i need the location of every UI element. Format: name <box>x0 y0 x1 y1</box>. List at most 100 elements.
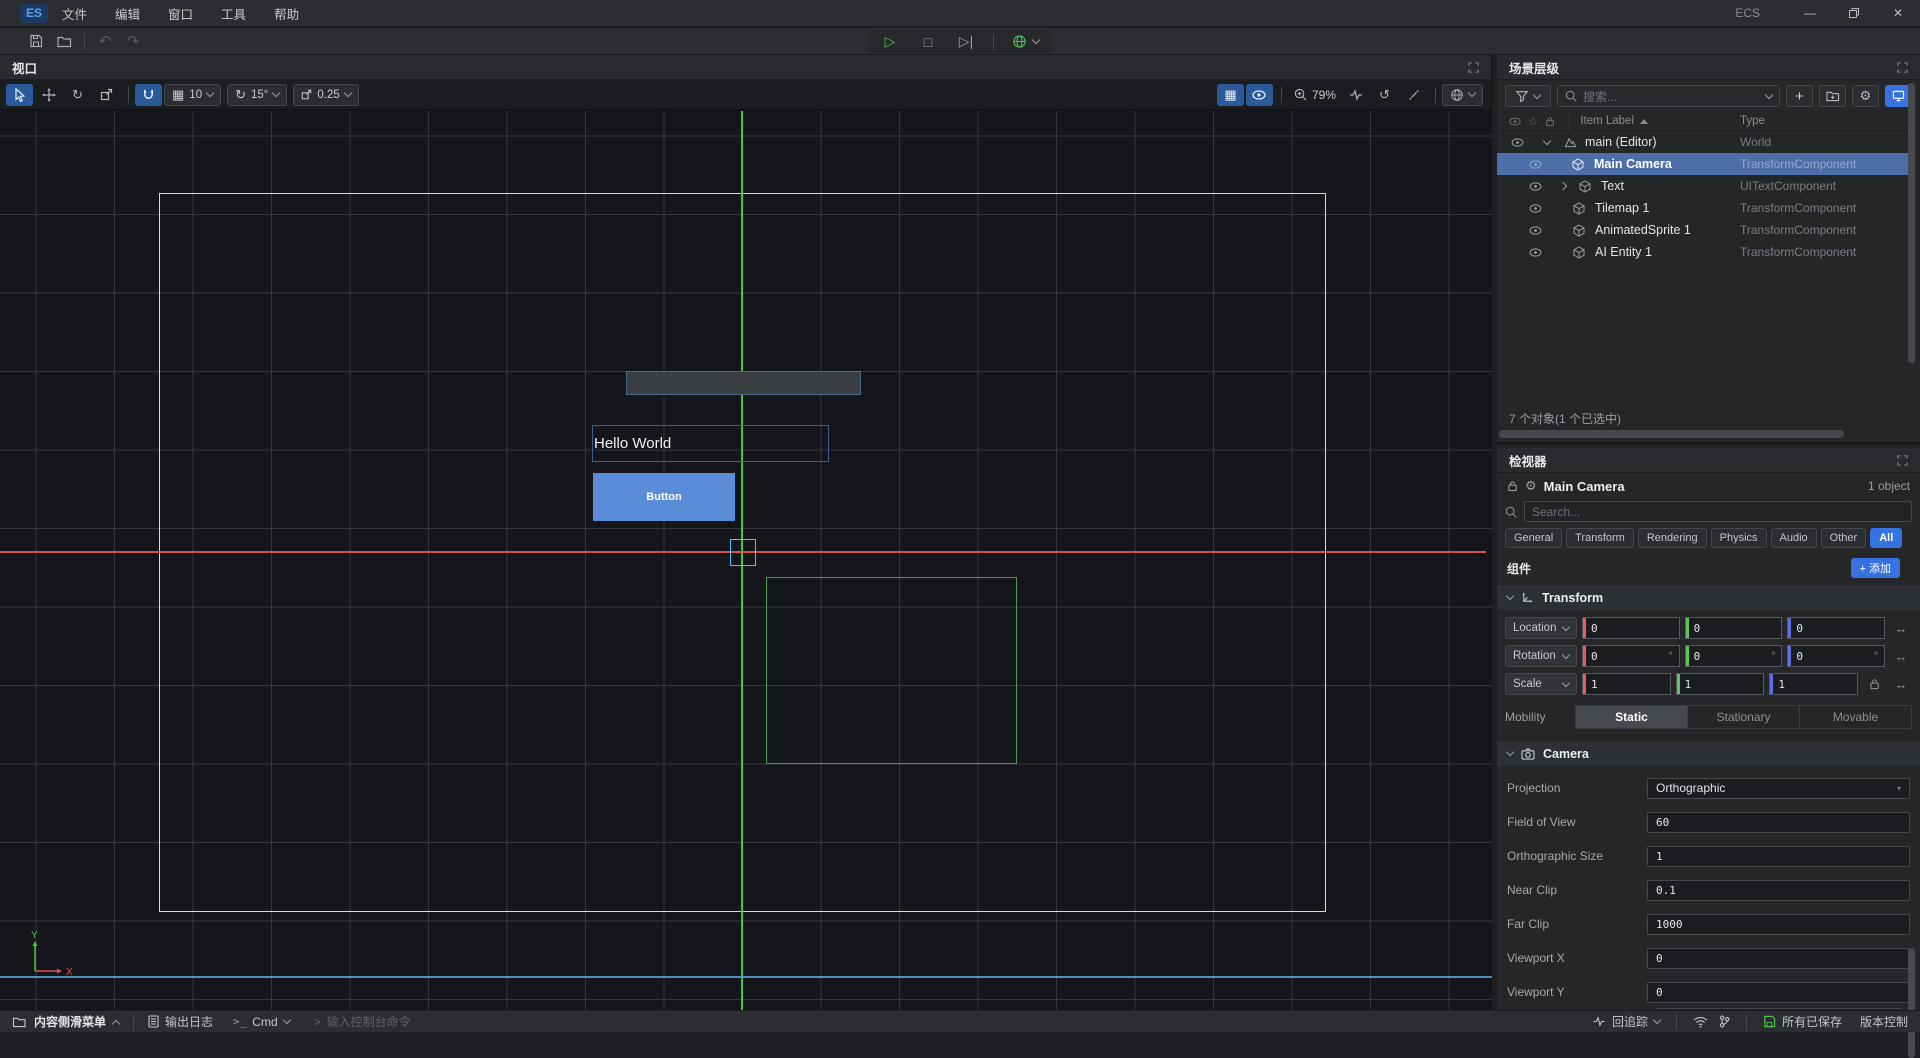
tab-transform[interactable]: Transform <box>1566 528 1634 548</box>
inspector-search-input[interactable]: Search... <box>1524 501 1912 522</box>
menu-help[interactable]: 帮助 <box>260 0 313 26</box>
version-control-button[interactable]: 版本控制 <box>1860 1013 1908 1030</box>
undo-icon[interactable]: ↶ <box>91 30 119 52</box>
button-entity[interactable]: Button <box>593 473 735 521</box>
expand-panel-icon[interactable] <box>1897 62 1908 73</box>
rotate-snap-dropdown[interactable]: ↻ 15° <box>227 84 287 106</box>
text-entity[interactable]: Hello World <box>592 425 829 462</box>
location-z-field[interactable]: 0 <box>1787 617 1885 639</box>
column-item-label[interactable]: Item Label <box>1580 115 1648 127</box>
menu-tools[interactable]: 工具 <box>207 0 260 26</box>
projection-dropdown[interactable]: Orthographic ▾ <box>1647 778 1910 799</box>
grid-snap-dropdown[interactable]: ▦ 10 <box>164 84 221 106</box>
location-x-field[interactable]: 0 <box>1582 617 1680 639</box>
camera-section-header[interactable]: Camera <box>1497 740 1920 766</box>
tab-physics[interactable]: Physics <box>1711 528 1767 548</box>
panel-entity-rect[interactable] <box>626 371 861 395</box>
source-control-icon[interactable] <box>1718 1015 1730 1028</box>
column-type[interactable]: Type <box>1740 115 1765 127</box>
link-axes-icon[interactable]: ↔ <box>1890 649 1912 664</box>
tree-row-main[interactable]: main (Editor) World <box>1497 131 1908 153</box>
run-target-dropdown[interactable] <box>1004 34 1047 49</box>
lock-column-icon[interactable] <box>1545 116 1555 127</box>
gear-icon[interactable]: ⚙ <box>1525 478 1537 494</box>
tab-other[interactable]: Other <box>1821 528 1867 548</box>
rotation-y-field[interactable]: 0° <box>1685 645 1783 667</box>
link-axes-icon[interactable]: ↔ <box>1890 621 1912 636</box>
app-logo[interactable]: ES <box>20 4 48 23</box>
lock-icon[interactable] <box>1507 480 1518 492</box>
tab-all[interactable]: All <box>1870 528 1902 548</box>
hierarchy-settings-button[interactable]: ⚙ <box>1852 85 1879 107</box>
rotation-dropdown[interactable]: Rotation <box>1505 645 1577 667</box>
scale-snap-dropdown[interactable]: 0.25 <box>293 84 358 106</box>
menu-edit[interactable]: 编辑 <box>101 0 154 26</box>
grid-visibility-toggle[interactable]: ▦ <box>1217 84 1244 106</box>
play-button[interactable]: ▷ <box>873 33 907 50</box>
network-status-icon[interactable] <box>1693 1016 1708 1028</box>
menu-window[interactable]: 窗口 <box>154 0 207 26</box>
reset-view-button[interactable]: ↺ <box>1371 84 1398 106</box>
add-component-button[interactable]: + 添加 <box>1851 558 1900 578</box>
stop-button[interactable]: □ <box>911 34 945 50</box>
scale-tool-button[interactable] <box>93 84 120 106</box>
near-clip-input[interactable]: 0.1 <box>1647 880 1910 901</box>
tree-row-tilemap[interactable]: Tilemap 1 TransformComponent <box>1497 197 1908 219</box>
horizontal-scrollbar[interactable] <box>1499 430 1844 438</box>
scale-x-field[interactable]: 1 <box>1582 673 1671 695</box>
tree-row-ai-entity[interactable]: AI Entity 1 TransformComponent <box>1497 241 1908 263</box>
far-clip-input[interactable]: 1000 <box>1647 914 1910 935</box>
vertical-scrollbar[interactable] <box>1908 948 1915 1058</box>
scale-z-field[interactable]: 1 <box>1769 673 1858 695</box>
cmd-dropdown[interactable]: >_ Cmd <box>233 1015 290 1029</box>
trace-dropdown[interactable]: 回追踪 <box>1592 1013 1660 1030</box>
tree-row-animatedsprite[interactable]: AnimatedSprite 1 TransformComponent <box>1497 219 1908 241</box>
hierarchy-search-input[interactable]: 搜索... <box>1557 85 1780 107</box>
viewport-y-input[interactable]: 0 <box>1647 982 1910 1003</box>
scale-dropdown[interactable]: Scale <box>1505 673 1577 695</box>
output-log-button[interactable]: 输出日志 <box>148 1013 213 1030</box>
redo-icon[interactable]: ↷ <box>119 30 147 52</box>
new-folder-button[interactable] <box>1819 85 1846 107</box>
content-drawer-button[interactable]: 内容侧滑菜单 <box>12 1013 119 1030</box>
save-icon[interactable] <box>22 30 50 52</box>
expand-panel-icon[interactable] <box>1897 455 1908 466</box>
activity-icon[interactable] <box>1342 84 1369 106</box>
selection-handle-box[interactable] <box>730 539 756 566</box>
visibility-column-icon[interactable] <box>1509 117 1521 126</box>
uniform-scale-lock-icon[interactable] <box>1863 678 1885 690</box>
mobility-movable[interactable]: Movable <box>1800 706 1911 728</box>
world-view-dropdown[interactable] <box>1442 84 1483 106</box>
tab-audio[interactable]: Audio <box>1771 528 1817 548</box>
step-button[interactable]: ▷| <box>949 33 983 50</box>
link-axes-icon[interactable]: ↔ <box>1890 677 1912 692</box>
rotate-tool-button[interactable]: ↻ <box>64 84 91 106</box>
transform-section-header[interactable]: Transform <box>1497 584 1920 610</box>
mobility-stationary[interactable]: Stationary <box>1688 706 1800 728</box>
snap-magnet-toggle[interactable] <box>135 84 162 106</box>
console-command-input[interactable]: > 输入控制台命令 <box>314 1013 411 1030</box>
viewport-x-input[interactable]: 0 <box>1647 948 1910 969</box>
minimize-button[interactable]: — <box>1788 0 1832 26</box>
menu-file[interactable]: 文件 <box>48 0 101 26</box>
scene-canvas[interactable]: Hello World Button Y X <box>0 111 1492 1010</box>
scale-y-field[interactable]: 1 <box>1676 673 1765 695</box>
move-tool-button[interactable] <box>35 84 62 106</box>
save-status[interactable]: 所有已保存 <box>1763 1013 1842 1030</box>
filter-dropdown[interactable] <box>1505 85 1551 107</box>
select-tool-button[interactable] <box>6 84 33 106</box>
tilemap-entity-rect[interactable] <box>766 577 1017 764</box>
restore-button[interactable] <box>1832 0 1876 26</box>
gizmo-visibility-toggle[interactable] <box>1246 84 1273 106</box>
rotation-z-field[interactable]: 0° <box>1787 645 1885 667</box>
vertical-scrollbar[interactable] <box>1908 83 1915 363</box>
add-entity-button[interactable]: + <box>1786 85 1813 107</box>
fullscreen-viewport-button[interactable] <box>1400 84 1427 106</box>
expand-panel-icon[interactable] <box>1468 62 1479 73</box>
rotation-x-field[interactable]: 0° <box>1582 645 1680 667</box>
tab-rendering[interactable]: Rendering <box>1638 528 1707 548</box>
open-folder-icon[interactable] <box>50 30 78 52</box>
tree-row-main-camera[interactable]: Main Camera TransformComponent <box>1497 153 1908 175</box>
location-dropdown[interactable]: Location <box>1505 617 1577 639</box>
location-y-field[interactable]: 0 <box>1685 617 1783 639</box>
